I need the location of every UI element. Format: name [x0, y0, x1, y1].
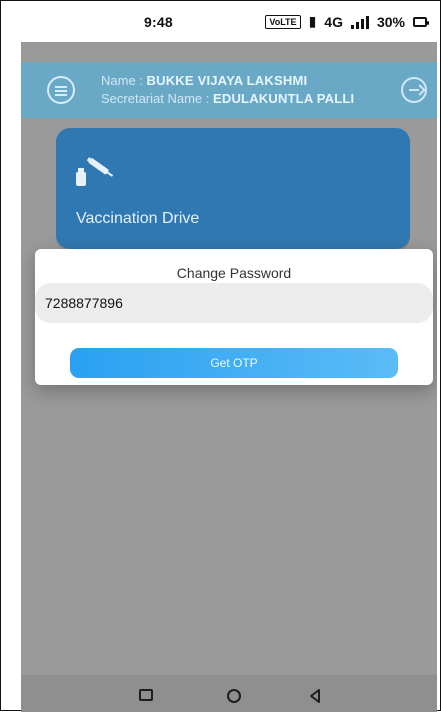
user-header: Name : BUKKE VIJAYA LAKSHMI Secretariat …	[21, 62, 437, 118]
vibrate-icon: ▮	[308, 13, 317, 29]
volte-indicator: VoLTE	[265, 14, 301, 29]
status-time: 9:48	[144, 13, 173, 30]
vaccination-icon	[76, 157, 114, 186]
status-bar: 9:48 VoLTE ▮ 4G 30%	[21, 1, 437, 42]
phone-number-field[interactable]: 7288877896	[35, 283, 433, 323]
battery-text: 30%	[376, 13, 405, 30]
user-info: Name : BUKKE VIJAYA LAKSHMI Secretariat …	[101, 72, 397, 108]
secretariat-value: EDULAKUNTLA PALLI	[213, 91, 355, 106]
logout-icon[interactable]	[401, 77, 427, 103]
name-line: Name : BUKKE VIJAYA LAKSHMI	[101, 72, 397, 90]
name-value: BUKKE VIJAYA LAKSHMI	[146, 73, 308, 88]
name-label: Name :	[101, 73, 143, 88]
vaccination-drive-card[interactable]: Vaccination Drive	[56, 128, 410, 249]
back-icon[interactable]	[307, 688, 323, 704]
recent-apps-icon[interactable]	[139, 689, 153, 701]
secretariat-line: Secretariat Name : EDULAKUNTLA PALLI	[101, 90, 397, 108]
phone-screen: 9:48 VoLTE ▮ 4G 30% Name : BUKKE VIJAYA …	[21, 1, 437, 712]
secretariat-label: Secretariat Name :	[101, 91, 210, 106]
status-icons: VoLTE ▮ 4G 30%	[265, 13, 429, 30]
screenshot-frame: 9:48 VoLTE ▮ 4G 30% Name : BUKKE VIJAYA …	[0, 0, 441, 712]
get-otp-button[interactable]: Get OTP	[70, 348, 398, 378]
battery-icon	[413, 16, 429, 27]
navigation-bar	[21, 675, 437, 712]
home-icon[interactable]	[227, 689, 241, 703]
signal-icon	[350, 15, 369, 29]
change-password-dialog: Change Password 7288877896 Get OTP	[35, 249, 433, 385]
network-type: 4G	[324, 13, 343, 30]
dialog-title: Change Password	[176, 265, 292, 281]
menu-icon[interactable]	[47, 76, 75, 104]
card-title: Vaccination Drive	[76, 210, 200, 227]
